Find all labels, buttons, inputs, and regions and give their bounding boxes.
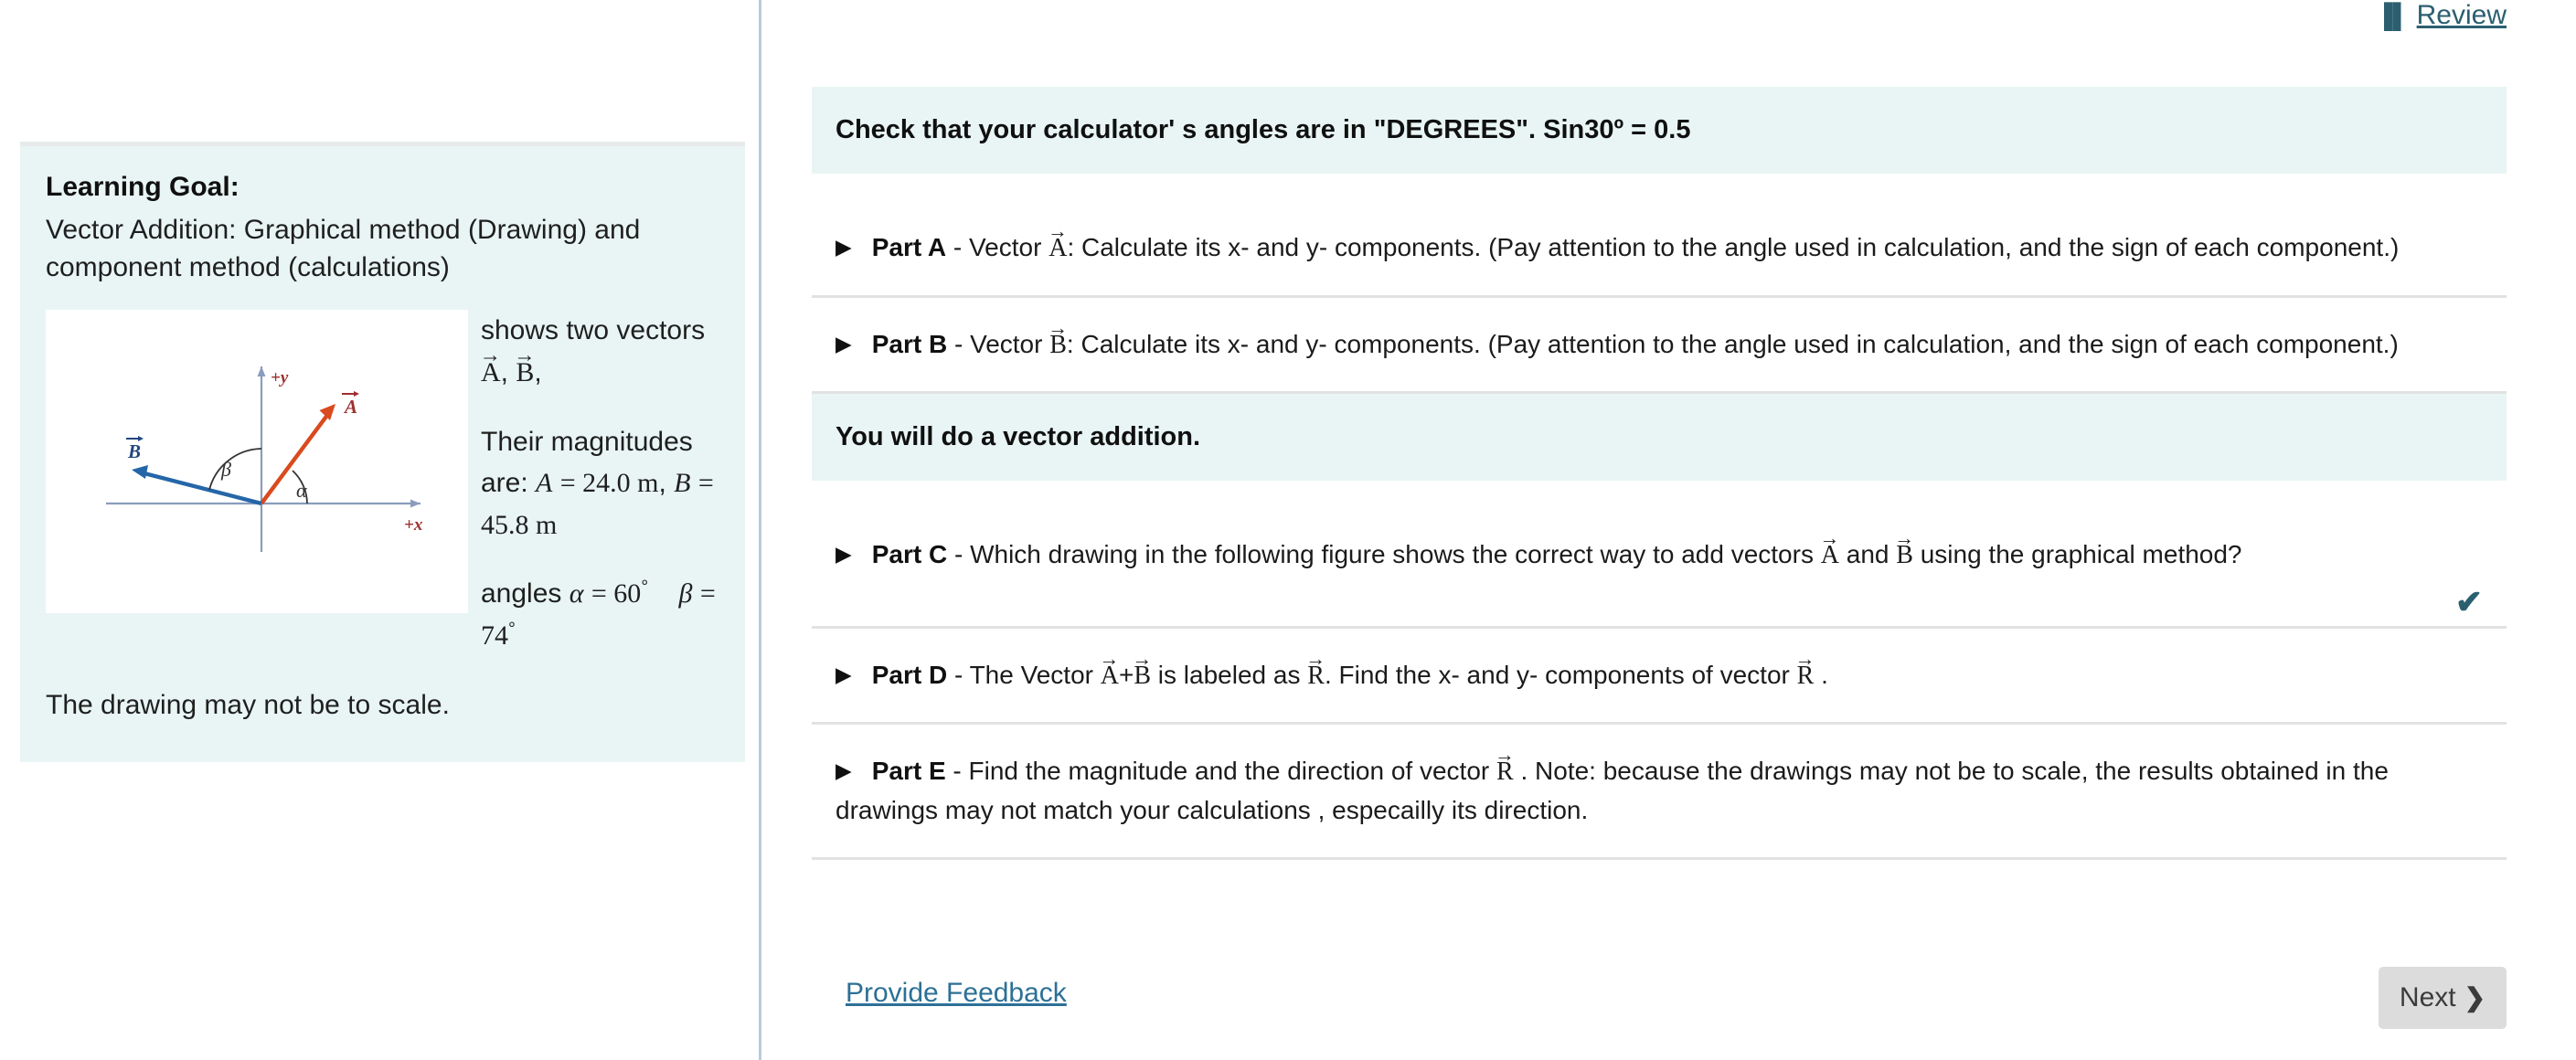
part-c-text-mid: and: [1838, 540, 1897, 569]
part-b-text-before: Vector: [970, 329, 1050, 358]
vector-diagram-figure: +y +x A B α β: [46, 310, 468, 614]
magnitude-b-symbol: B: [674, 468, 691, 499]
part-a-text-before: Vector: [969, 233, 1049, 261]
part-row-b[interactable]: ▶ Part B - Vector → B: Calculate its x- an…: [812, 298, 2507, 395]
caption-vector-b: → B: [514, 344, 535, 387]
expand-triangle-icon[interactable]: ▶: [836, 755, 852, 787]
svg-text:β: β: [220, 458, 231, 481]
vector-arrow-icon: →: [1047, 220, 1068, 242]
expand-triangle-icon[interactable]: ▶: [836, 538, 852, 570]
svg-text:B: B: [127, 440, 141, 462]
magnitude-a-value: = 24.0 m: [559, 468, 659, 499]
part-e-text-before: Find the magnitude and the direction of …: [968, 757, 1496, 786]
part-row-e[interactable]: ▶ Part E - Find the magnitude and the dir…: [812, 725, 2507, 861]
part-d-vector-b: → B: [1132, 649, 1152, 689]
beta-degree-sign: °: [508, 618, 516, 639]
vector-arrow-icon: →: [1099, 647, 1120, 670]
vector-arrow-icon: →: [1048, 316, 1069, 339]
part-e-label: Part E: [871, 757, 946, 786]
review-control[interactable]: ▐▌ Review: [2376, 0, 2507, 31]
vector-arrow-icon: →: [1794, 647, 1815, 670]
part-e-dash: -: [945, 757, 969, 786]
part-d-vector-r2: → R: [1795, 649, 1815, 689]
expand-triangle-icon[interactable]: ▶: [836, 659, 852, 691]
next-button[interactable]: Next ❯: [2379, 967, 2507, 1029]
part-b-label: Part B: [871, 329, 948, 358]
part-b-dash: -: [947, 329, 971, 358]
review-link[interactable]: Review: [2417, 0, 2507, 31]
vector-arrow-icon: →: [1494, 744, 1515, 767]
part-c-text-after: using the graphical method?: [1912, 540, 2242, 569]
part-row-c[interactable]: ▶ Part C - Which drawing in the following…: [812, 508, 2507, 629]
provide-feedback-link[interactable]: Provide Feedback: [846, 978, 1067, 1009]
part-d-text-mid: is labeled as: [1151, 660, 1308, 689]
alpha-value: = 60: [591, 578, 642, 610]
part-a-dash: -: [946, 233, 970, 261]
part-row-a[interactable]: ▶ Part A - Vector → A: Calculate its x- an…: [812, 201, 2507, 298]
vector-addition-banner: You will do a vector addition.: [812, 394, 2507, 482]
part-b-vector-b: → B: [1048, 318, 1068, 358]
learning-goal-subtitle: Vector Addition: Graphical method (Drawi…: [46, 214, 641, 282]
learning-goal-card: Learning Goal: Vector Addition: Graphica…: [20, 142, 745, 763]
right-activity-panel: ▐▌ Review Check that your calculator' s …: [761, 0, 2576, 1060]
part-a-vector-a: → A: [1048, 221, 1068, 261]
vector-arrow-icon: →: [1305, 647, 1326, 670]
parts-list: Check that your calculator' s angles are…: [812, 87, 2507, 861]
part-d-text-after: .: [1814, 660, 1828, 689]
expand-triangle-icon[interactable]: ▶: [836, 231, 852, 263]
alpha-symbol: α: [569, 578, 584, 610]
book-icon: ▐▌: [2375, 2, 2410, 29]
part-c-vector-a: → A: [1819, 528, 1839, 568]
part-d-vector-a: → A: [1100, 649, 1120, 689]
part-d-text-before: The Vector: [969, 660, 1101, 689]
part-a-label: Part A: [871, 233, 947, 261]
svg-text:A: A: [343, 396, 357, 418]
answered-check-icon: ✔: [2454, 582, 2483, 620]
magnitude-a-symbol: A: [536, 468, 553, 499]
part-e-vector-r: → R: [1495, 745, 1515, 785]
svg-text:+x: +x: [404, 515, 423, 535]
vector-arrow-icon: →: [514, 343, 536, 367]
part-c-text-before: Which drawing in the following figure sh…: [970, 540, 1821, 569]
chevron-right-icon: ❯: [2464, 983, 2486, 1012]
vector-arrow-icon: →: [1132, 647, 1153, 670]
part-c-label: Part C: [871, 540, 948, 569]
vector-arrow-icon: →: [1894, 527, 1915, 550]
next-button-label: Next: [2399, 982, 2456, 1012]
part-b-text-after: : Calculate its x- and y- components. (P…: [1066, 329, 2399, 358]
caption-vector-a: → A: [480, 344, 501, 387]
calculator-note-banner: Check that your calculator' s angles are…: [812, 87, 2507, 174]
caption-comma-2: ,: [534, 356, 542, 387]
page-root: Learning Goal: Vector Addition: Graphica…: [0, 0, 2576, 1060]
svg-text:α: α: [296, 479, 307, 502]
learning-goal-title: Learning Goal:: [46, 172, 240, 202]
vector-arrow-icon: →: [1819, 527, 1840, 550]
expand-triangle-icon[interactable]: ▶: [836, 328, 852, 360]
magnitude-separator: ,: [658, 468, 666, 499]
part-d-vector-r1: → R: [1305, 649, 1325, 689]
part-d-dash: -: [947, 660, 970, 689]
caption-comma-1: ,: [500, 356, 509, 387]
part-row-d[interactable]: ▶ Part D - The Vector → A+ → B is labeled as…: [812, 629, 2507, 726]
scale-note: The drawing may not be to scale.: [46, 689, 450, 720]
left-problem-panel: Learning Goal: Vector Addition: Graphica…: [0, 0, 761, 1060]
alpha-degree-sign: °: [641, 577, 649, 598]
part-c-vector-b: → B: [1894, 528, 1914, 568]
part-a-text-after: : Calculate its x- and y- components. (P…: [1067, 233, 2400, 261]
angles-prefix: angles: [481, 578, 569, 610]
caption-prefix: shows two vectors: [481, 315, 706, 346]
part-d-text-mid-2: . Find the x- and y- components of vecto…: [1324, 660, 1797, 689]
beta-symbol: β: [678, 578, 693, 610]
part-d-label: Part D: [871, 660, 948, 689]
part-c-dash: -: [947, 540, 971, 569]
activity-footer: Provide Feedback Next ❯: [812, 967, 2507, 1031]
vector-arrow-icon: →: [479, 343, 502, 367]
vector-diagram-svg: +y +x A B α β: [106, 366, 423, 553]
svg-text:+y: +y: [271, 368, 289, 387]
